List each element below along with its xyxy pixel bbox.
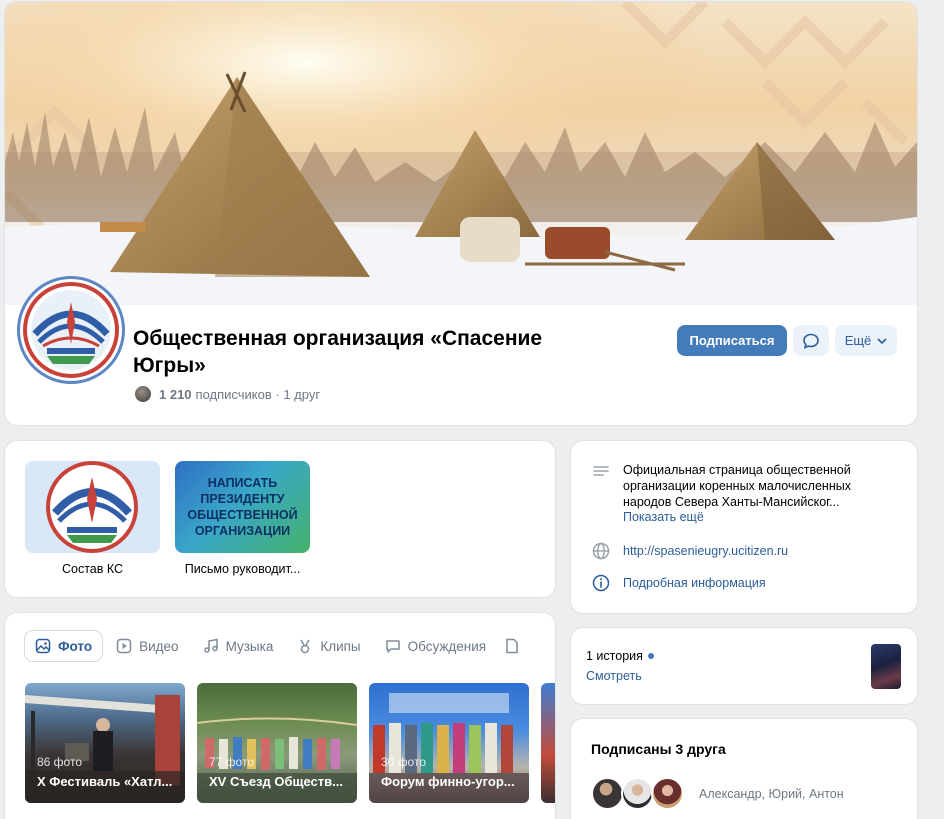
subscribers-count: 1 210 [159, 386, 192, 402]
link-thumbnail-text: НАПИСАТЬ ПРЕЗИДЕНТУ ОБЩЕСТВЕННОЙ ОРГАНИЗ… [187, 476, 298, 538]
page-title: Общественная организация «Спасение Югры» [133, 327, 543, 377]
link-thumbnail: НАПИСАТЬ ПРЕЗИДЕНТУ ОБЩЕСТВЕННОЙ ОРГАНИЗ… [175, 461, 310, 553]
tab-label: Обсуждения [407, 638, 487, 654]
community-avatar[interactable] [17, 276, 125, 384]
friends-block: Подписаны 3 друга Александр, Юрий, Антон [571, 719, 917, 819]
music-icon [203, 638, 218, 653]
message-button[interactable] [793, 325, 829, 356]
details-link[interactable]: Подробная информация [623, 576, 766, 590]
tab-clips[interactable]: Клипы [287, 631, 370, 661]
link-item[interactable]: НАПИСАТЬ ПРЕЗИДЕНТУ ОБЩЕСТВЕННОЙ ОРГАНИЗ… [175, 461, 310, 576]
avatar [591, 777, 624, 810]
website-row: http://spasenieugry.ucitizen.ru [591, 541, 788, 561]
tab-photo[interactable]: Фото [25, 631, 103, 661]
chevron-down-icon [877, 337, 887, 344]
friends-avatars[interactable] [591, 777, 684, 810]
new-story-dot [647, 653, 654, 659]
clips-icon [300, 639, 310, 654]
link-thumbnail [25, 461, 160, 553]
info-icon [592, 574, 610, 592]
tab-label: Музыка [225, 638, 274, 654]
avatar [651, 777, 684, 810]
subscribers-info[interactable]: 1 210 подписчиков · 1 друг [135, 386, 320, 402]
tab-more[interactable] [500, 631, 524, 661]
tab-video[interactable]: Видео [106, 631, 188, 661]
community-header: Общественная организация «Спасение Югры»… [5, 2, 917, 425]
tab-label: Видео [139, 638, 179, 654]
cover-image [5, 2, 917, 305]
stories-block: 1 история Смотреть [571, 628, 917, 704]
description-row: Официальная страница общественной органи… [591, 462, 883, 524]
stories-count-label: 1 история [586, 649, 643, 663]
photo-album[interactable]: 30 фото Форум финно-угор... [369, 683, 529, 803]
website-link[interactable]: http://spasenieugry.ucitizen.ru [623, 544, 788, 558]
album-count: 30 фото [381, 755, 426, 769]
watch-stories-link[interactable]: Смотреть [586, 669, 642, 683]
story-thumbnail[interactable] [871, 644, 901, 689]
friends-names: Александр, Юрий, Антон [699, 787, 844, 801]
globe-icon [592, 542, 610, 560]
more-label: Ещё [844, 333, 872, 348]
album-name: X Фестиваль «Хатл... [37, 774, 173, 789]
media-tabs: Фото Видео Музыка Клипы Обсуждения [25, 631, 528, 661]
avatar [621, 777, 654, 810]
description-text: Официальная страница общественной органи… [623, 463, 851, 509]
link-item[interactable]: Состав КС [25, 461, 160, 576]
message-icon [803, 333, 819, 349]
photo-album[interactable]: 77 фото XV Съезд Обществ... [197, 683, 357, 803]
tab-label: Фото [58, 638, 93, 654]
friend-avatar [135, 386, 151, 402]
album-count: 86 фото [37, 755, 82, 769]
media-block: Фото Видео Музыка Клипы Обсуждения 86 фо… [5, 613, 555, 819]
image-icon [35, 638, 51, 654]
video-icon [116, 638, 132, 654]
info-block: Официальная страница общественной органи… [571, 441, 917, 613]
subscribers-label: подписчиков · 1 друг [195, 386, 321, 402]
community-logo-icon [25, 461, 160, 553]
document-icon [506, 638, 518, 654]
more-button[interactable]: Ещё [835, 325, 897, 356]
link-label: Состав КС [61, 562, 124, 576]
album-count: 77 фото [209, 755, 254, 769]
text-lines-icon [593, 466, 609, 476]
tab-music[interactable]: Музыка [193, 631, 284, 661]
friends-title[interactable]: Подписаны 3 друга [591, 741, 726, 757]
show-more-link[interactable]: Показать ещё [623, 510, 883, 524]
photo-album[interactable] [541, 683, 555, 803]
photo-album[interactable]: 86 фото X Фестиваль «Хатл... [25, 683, 185, 803]
subscribe-button[interactable]: Подписаться [677, 325, 787, 356]
link-label: Письмо руководит... [184, 562, 301, 576]
stories-count: 1 история [586, 649, 654, 663]
discussion-icon [385, 640, 400, 653]
details-row: Подробная информация [591, 573, 766, 593]
album-name: XV Съезд Обществ... [209, 774, 343, 789]
tab-label: Клипы [320, 638, 361, 654]
links-block: Состав КС НАПИСАТЬ ПРЕЗИДЕНТУ ОБЩЕСТВЕНН… [5, 441, 555, 597]
tab-discussions[interactable]: Обсуждения [375, 631, 496, 661]
community-logo-icon [23, 282, 119, 378]
album-name: Форум финно-угор... [381, 774, 515, 789]
